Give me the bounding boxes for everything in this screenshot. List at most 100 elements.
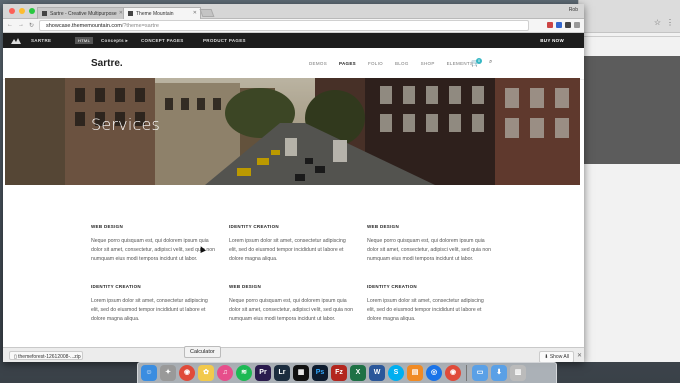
itunes-icon[interactable]: ♫ (217, 365, 233, 381)
divider (579, 36, 680, 37)
skype-icon[interactable]: S (388, 365, 404, 381)
background-browser-window[interactable]: ☆ ⋮ (578, 0, 680, 362)
nav-buttons: ← → ↻ (7, 22, 34, 29)
extension-icon[interactable] (547, 22, 553, 28)
menu-item-elements[interactable]: ELEMENTS (447, 61, 474, 66)
service-text: Lorem ipsum dolor sit amet, consectetur … (367, 298, 484, 322)
cart-icon[interactable]: 🛒 0 (471, 58, 482, 67)
tab-title: Theme Mountain (136, 11, 174, 17)
service-item: WEB DESIGN Neque porro quisquam est, qui… (229, 284, 354, 323)
new-tab-button[interactable] (199, 9, 215, 17)
tab-theme-mountain[interactable]: Theme Mountain ✕ (123, 7, 201, 19)
main-menu: DEMOS PAGES FOLIO BLOG SHOP ELEMENTS (309, 61, 473, 66)
photoshop-icon[interactable]: Ps (312, 365, 328, 381)
topbar-item-concepts[interactable]: Concepts ▸ (101, 38, 128, 44)
ibooks-icon[interactable]: ▤ (407, 365, 423, 381)
menu-item-folio[interactable]: FOLIO (368, 61, 383, 66)
services-grid: WEB DESIGN Neque porro quisquam est, qui… (3, 188, 584, 348)
service-title: IDENTITY CREATION (367, 284, 417, 289)
search-icon[interactable]: ⌕ (489, 59, 492, 66)
downloads-folder-icon[interactable]: ⬇ (491, 365, 507, 381)
safari-icon[interactable]: ◎ (426, 365, 442, 381)
topbar-html-badge[interactable]: HTML (75, 37, 94, 44)
address-toolbar: ← → ↻ showcase.thememountain.com/?theme=… (3, 19, 584, 33)
menu-dots-icon[interactable]: ⋮ (666, 18, 674, 27)
minimize-window-button[interactable] (19, 8, 25, 14)
show-all-downloads-button[interactable]: ⬇ Show All (539, 351, 574, 362)
menu-item-blog[interactable]: BLOG (395, 61, 409, 66)
buy-now-button[interactable]: BUY NOW (540, 38, 564, 43)
zoom-window-button[interactable] (29, 8, 35, 14)
service-text: Lorem ipsum dolor sit amet, consectetur … (229, 238, 346, 262)
background-window-icons: ☆ ⋮ (654, 18, 674, 27)
tab-sartre[interactable]: Sartre - Creative Multipurpose ✕ (37, 7, 127, 19)
mountain-logo-icon[interactable] (11, 37, 21, 44)
close-tab-icon[interactable]: ✕ (193, 10, 197, 16)
download-filename: themeforest-12612008-...zip (18, 354, 81, 360)
lightroom-icon[interactable]: Lr (274, 365, 290, 381)
extension-icon[interactable] (556, 22, 562, 28)
service-text: Neque porro quisquam est, qui dolorem ip… (91, 238, 215, 262)
menu-item-pages[interactable]: PAGES (339, 61, 356, 66)
folder-icon[interactable]: ▭ (472, 365, 488, 381)
finder-icon[interactable]: ☺ (141, 365, 157, 381)
back-arrow-icon[interactable]: ← (7, 22, 13, 29)
service-text: Lorem ipsum dolor sit amet, consectetur … (91, 298, 208, 322)
close-window-button[interactable] (9, 8, 15, 14)
show-all-label: Show All (549, 354, 569, 360)
dock-tooltip: Calculator (184, 346, 221, 358)
background-window-dark-panel (579, 56, 680, 164)
demo-topbar: SARTRE HTML Concepts ▸ CONCEPT PAGES PRO… (3, 33, 584, 48)
favicon-icon (128, 11, 133, 16)
service-title: IDENTITY CREATION (229, 224, 279, 229)
word-icon[interactable]: W (369, 365, 385, 381)
launchpad-icon[interactable]: ✦ (160, 365, 176, 381)
service-text: Neque porro quisquam est, qui dolorem ip… (367, 238, 491, 262)
browser-window: Sartre - Creative Multipurpose ✕ Theme M… (3, 4, 584, 362)
topbar-item-product-pages[interactable]: PRODUCT PAGES (203, 38, 246, 43)
service-title: IDENTITY CREATION (91, 284, 141, 289)
forward-arrow-icon[interactable]: → (18, 22, 24, 29)
service-item: IDENTITY CREATION Lorem ipsum dolor sit … (367, 284, 492, 323)
download-item[interactable]: ▯ themeforest-12612008-...zip (9, 351, 83, 360)
extension-icons (547, 22, 580, 28)
menu-item-shop[interactable]: SHOP (421, 61, 435, 66)
site-brand[interactable]: Sartre. (91, 58, 123, 69)
cart-count-badge: 0 (476, 58, 482, 64)
topbar-item-sartre[interactable]: SARTRE (31, 38, 51, 43)
excel-icon[interactable]: X (350, 365, 366, 381)
profile-name[interactable]: Rob (569, 7, 578, 13)
close-downloads-icon[interactable]: ✕ (577, 352, 582, 359)
tab-title: Sartre - Creative Multipurpose (50, 11, 117, 17)
final-cut-icon[interactable]: ▦ (293, 365, 309, 381)
service-item: WEB DESIGN Neque porro quisquam est, qui… (367, 224, 492, 263)
chrome-icon[interactable]: ◉ (179, 365, 195, 381)
service-item: WEB DESIGN Neque porro quisquam est, qui… (91, 224, 216, 263)
star-icon[interactable]: ☆ (654, 18, 661, 27)
window-controls (9, 8, 35, 14)
reload-icon[interactable]: ↻ (29, 22, 34, 29)
tab-bar: Sartre - Creative Multipurpose ✕ Theme M… (3, 4, 584, 19)
photos-icon[interactable]: ✿ (198, 365, 214, 381)
background-window-toolbar: ☆ ⋮ (579, 0, 680, 33)
extension-icon[interactable] (574, 22, 580, 28)
hero-title: Services (91, 115, 161, 134)
url-path: /?theme=sartre (121, 23, 159, 29)
filezilla-icon[interactable]: Fz (331, 365, 347, 381)
address-bar[interactable]: showcase.thememountain.com/?theme=sartre (39, 20, 529, 31)
url-host: showcase.thememountain.com (46, 23, 122, 29)
service-title: WEB DESIGN (367, 224, 400, 229)
premiere-icon[interactable]: Pr (255, 365, 271, 381)
downloads-bar: ▯ themeforest-12612008-...zip ⬇ Show All… (3, 347, 584, 362)
extension-icon[interactable] (565, 22, 571, 28)
dock: ☺ ✦ ◉ ✿ ♫ ≋ Pr Lr ▦ Ps Fz X W S ▤ ◎ ◉ ▭ … (137, 362, 557, 383)
service-item: IDENTITY CREATION Lorem ipsum dolor sit … (91, 284, 216, 323)
trash-icon[interactable]: ▥ (510, 365, 526, 381)
topbar-item-concept-pages[interactable]: CONCEPT PAGES (141, 38, 184, 43)
chrome-icon[interactable]: ◉ (445, 365, 461, 381)
service-title: WEB DESIGN (91, 224, 124, 229)
webpage: SARTRE HTML Concepts ▸ CONCEPT PAGES PRO… (3, 33, 584, 349)
menu-item-demos[interactable]: DEMOS (309, 61, 327, 66)
service-title: WEB DESIGN (229, 284, 262, 289)
spotify-icon[interactable]: ≋ (236, 365, 252, 381)
